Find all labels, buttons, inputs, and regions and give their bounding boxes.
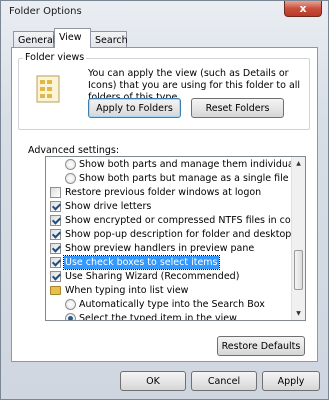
close-button[interactable]: x — [284, 1, 322, 17]
checkbox[interactable] — [50, 201, 61, 212]
list-item[interactable]: Automatically type into the Search Box — [46, 298, 291, 311]
folder-icon — [50, 286, 61, 295]
list-item-label: Automatically type into the Search Box — [79, 299, 265, 310]
vertical-scrollbar[interactable]: ▲ ▼ — [291, 157, 305, 320]
list-item[interactable]: Restore previous folder windows at logon — [46, 186, 291, 199]
radio-icon[interactable] — [65, 173, 76, 184]
window-title: Folder Options — [9, 6, 82, 17]
ok-button[interactable]: OK — [120, 371, 186, 391]
list-item-label: Show both parts and manage them individu… — [79, 159, 305, 170]
radio-icon[interactable] — [65, 159, 76, 170]
checkbox[interactable] — [50, 187, 61, 198]
cancel-button[interactable]: Cancel — [191, 371, 257, 391]
list-item-label: When typing into list view — [65, 285, 189, 296]
list-item-label: Show drive letters — [65, 201, 152, 212]
checkbox[interactable] — [50, 257, 61, 268]
list-item: When typing into list view — [46, 284, 291, 297]
reset-folders-button[interactable]: Reset Folders — [191, 98, 284, 118]
apply-to-folders-button[interactable]: Apply to Folders — [88, 98, 181, 118]
advanced-settings-list[interactable]: Show both parts and manage them individu… — [45, 156, 306, 321]
list-item[interactable]: Show both parts and manage them individu… — [46, 158, 305, 171]
radio-icon[interactable] — [65, 299, 76, 310]
title-bar: Folder Options x — [1, 1, 328, 23]
checkbox[interactable] — [50, 271, 61, 282]
scroll-up-arrow-icon[interactable]: ▲ — [292, 157, 305, 170]
list-item[interactable]: Show drive letters — [46, 200, 291, 213]
list-item-selected[interactable]: Use check boxes to select items — [46, 255, 291, 270]
restore-defaults-button[interactable]: Restore Defaults — [217, 336, 305, 356]
list-item[interactable]: Show pop-up description for folder and d… — [46, 228, 305, 241]
tab-view[interactable]: View — [54, 28, 91, 48]
list-item[interactable]: Use Sharing Wizard (Recommended) — [46, 270, 291, 283]
list-item-label: Select the typed item in the view — [79, 313, 237, 321]
list-item[interactable]: Show preview handlers in preview pane — [46, 242, 291, 255]
checkbox[interactable] — [50, 215, 61, 226]
list-item[interactable]: Select the typed item in the view — [46, 312, 291, 321]
folder-options-window: Folder Options x General Search View Fol… — [0, 0, 329, 400]
list-item-label: Show encrypted or compressed NTFS files … — [65, 215, 304, 226]
list-item-label: Restore previous folder windows at logon — [65, 187, 262, 198]
apply-button[interactable]: Apply — [262, 371, 320, 391]
folder-views-title: Folder views — [23, 52, 87, 63]
list-item-label: Show both parts but manage as a single f… — [79, 173, 289, 184]
list-item-label: Use check boxes to select items — [63, 255, 220, 270]
folder-views-icon — [36, 75, 60, 103]
checkbox[interactable] — [50, 243, 61, 254]
list-item-label: Use Sharing Wizard (Recommended) — [65, 271, 240, 282]
list-item-label: Show pop-up description for folder and d… — [65, 229, 306, 240]
checkbox[interactable] — [50, 229, 61, 240]
list-item[interactable]: Show both parts but manage as a single f… — [46, 172, 291, 185]
scroll-down-arrow-icon[interactable]: ▼ — [292, 307, 305, 320]
radio-icon[interactable] — [65, 313, 76, 320]
advanced-settings-label: Advanced settings: — [28, 145, 120, 156]
list-item-label: Show preview handlers in preview pane — [65, 243, 255, 254]
scroll-thumb[interactable] — [294, 250, 303, 290]
list-item[interactable]: Show encrypted or compressed NTFS files … — [46, 214, 303, 227]
